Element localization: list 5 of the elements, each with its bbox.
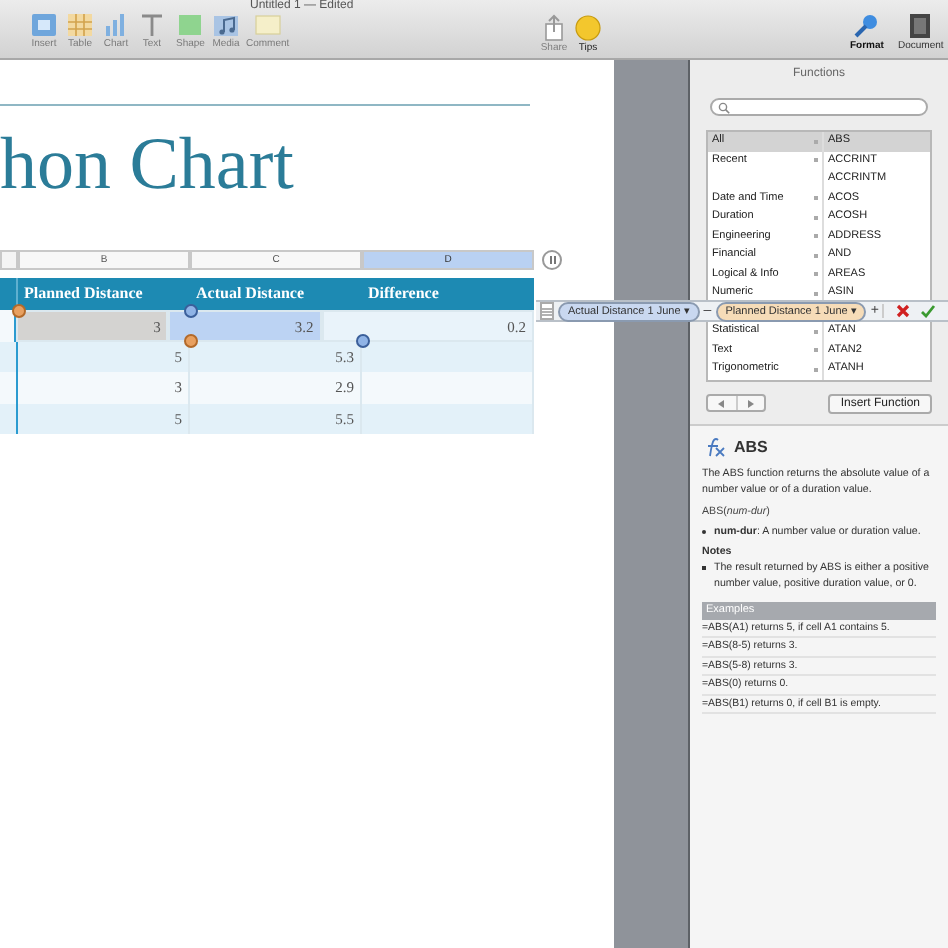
function-name: ABS xyxy=(734,435,768,459)
header-cell-text: Actual Distance xyxy=(194,282,306,306)
document-title: hon Chart xyxy=(0,126,294,206)
header-cell-text: Difference xyxy=(366,282,441,306)
header-cell-text: Planned Distance xyxy=(22,282,145,306)
